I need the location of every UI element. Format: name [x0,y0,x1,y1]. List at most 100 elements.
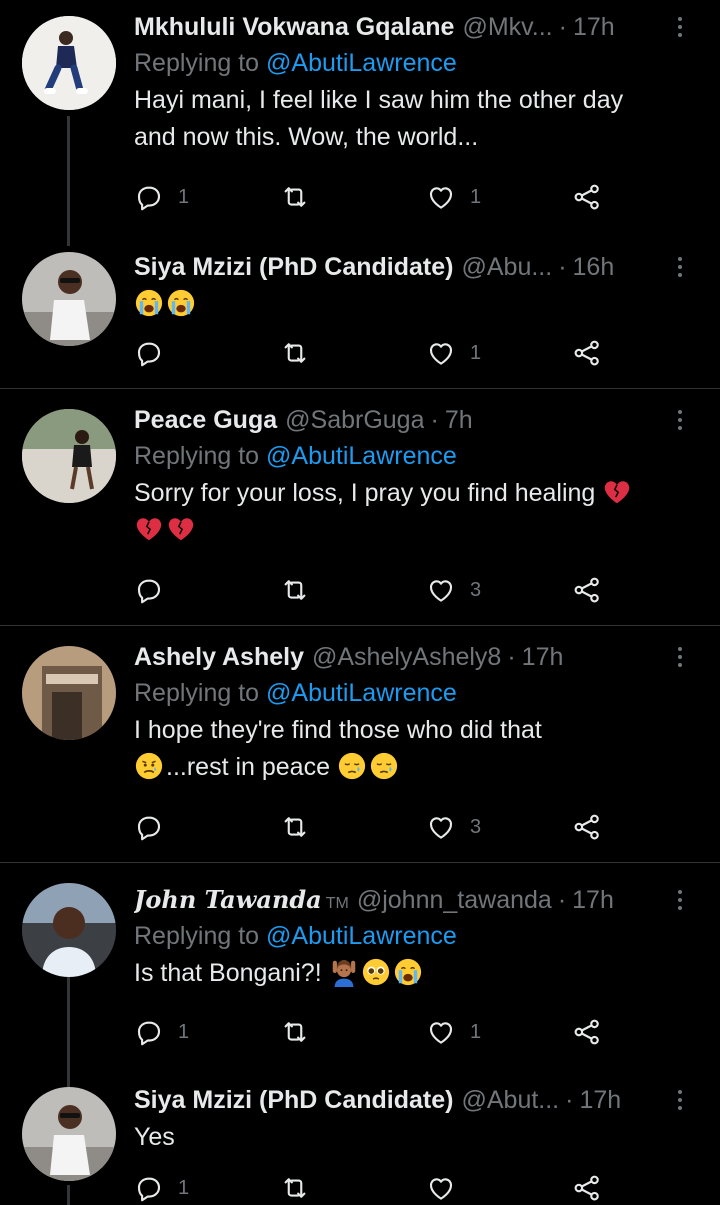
tweet-text: Is that Bongani?! [134,955,680,992]
display-name[interactable]: Siya Mzizi (PhD Candidate) [134,250,453,284]
like-count: 3 [470,578,482,601]
like-button[interactable]: 1 [426,1015,481,1049]
handle[interactable]: @johnn_tawanda [357,883,552,917]
tweet-text: Yes [134,1123,175,1151]
mention-link[interactable]: @AbutiLawrence [266,49,457,77]
separator: · [558,253,567,281]
retweet-icon [280,575,310,605]
retweet-button[interactable] [280,573,324,607]
broken-heart-emoji [134,514,164,544]
reply-button[interactable]: 1 [134,180,189,214]
more-icon[interactable] [666,252,694,282]
timestamp[interactable]: 16h [573,250,615,284]
timestamp[interactable]: 17h [573,10,615,44]
separator: · [507,643,516,671]
retweet-button[interactable] [280,336,324,370]
timestamp[interactable]: 17h [579,1083,621,1117]
timestamp[interactable]: 7h [445,403,473,437]
sad-sleepy-face-emoji [369,751,399,781]
reply-button[interactable] [134,336,178,370]
reply-count: 1 [178,1020,190,1043]
loudly-crying-face-emoji [134,288,164,318]
display-name[interactable]: Siya Mzizi (PhD Candidate) [134,1083,453,1117]
share-button[interactable] [572,336,602,370]
more-icon[interactable] [666,642,694,672]
display-name[interactable]: Mkhululi Vokwana Gqalane [134,10,454,44]
retweet-icon [280,1017,310,1047]
more-icon[interactable] [666,405,694,435]
mention-link[interactable]: @AbutiLawrence [266,922,457,950]
handle[interactable]: @Abut... [461,1083,559,1117]
avatar[interactable] [22,409,116,503]
tweet-text [134,286,680,323]
pleading-face-emoji [361,957,391,987]
more-icon[interactable] [666,1085,694,1115]
like-icon [426,812,456,842]
share-button[interactable] [572,180,602,214]
like-button[interactable] [426,1171,470,1205]
timestamp[interactable]: 17h [522,640,564,674]
mention-link[interactable]: @AbutiLawrence [266,679,457,707]
share-icon [572,812,602,842]
avatar[interactable] [22,16,116,110]
reply-icon [134,575,164,605]
share-button[interactable] [572,1171,602,1205]
avatar[interactable] [22,883,116,977]
retweet-button[interactable] [280,810,324,844]
action-bar: 1 [134,336,614,370]
reply-button[interactable] [134,810,178,844]
tweet[interactable]: Siya Mzizi (PhD Candidate) @Abut... · 17… [0,1081,720,1205]
thread-line [67,977,70,1087]
display-name[interactable]: Peace Guga [134,403,277,437]
more-icon[interactable] [666,885,694,915]
like-button[interactable]: 3 [426,573,481,607]
thread-line [67,1185,70,1205]
separator: · [430,406,439,434]
avatar[interactable] [22,252,116,346]
separator: · [565,1086,574,1114]
action-bar: 1 1 [134,180,614,214]
handle[interactable]: @AshelyAshely8 [312,640,501,674]
timestamp[interactable]: 17h [572,883,614,917]
share-button[interactable] [572,1015,602,1049]
reply-count: 1 [178,1176,190,1199]
replying-to: Replying to @AbutiLawrence [134,922,457,950]
reply-button[interactable] [134,573,178,607]
like-button[interactable]: 3 [426,810,481,844]
retweet-button[interactable] [280,1015,324,1049]
tweet[interactable]: Peace Guga @SabrGuga · 7h Replying to @A… [0,389,720,625]
sad-sleepy-face-emoji [337,751,367,781]
tweet[interactable]: Mkhululi Vokwana Gqalane @Mkv... · 17h R… [0,0,720,246]
reply-icon [134,1017,164,1047]
mention-link[interactable]: @AbutiLawrence [266,442,457,470]
handle[interactable]: @Abu... [461,250,552,284]
handle[interactable]: @Mkv... [462,10,552,44]
retweet-button[interactable] [280,1171,324,1205]
retweet-icon [280,182,310,212]
tweet[interactable]: Siya Mzizi (PhD Candidate) @Abu... · 16h… [0,240,720,388]
reply-button[interactable]: 1 [134,1015,189,1049]
like-button[interactable]: 1 [426,180,481,214]
replying-to: Replying to @AbutiLawrence [134,49,457,77]
reply-button[interactable]: 1 [134,1171,189,1205]
display-name[interactable]: John Tawanda [134,883,322,917]
separator: · [558,13,567,41]
display-name[interactable]: Ashely Ashely [134,640,304,674]
avatar[interactable] [22,646,116,740]
retweet-button[interactable] [280,180,324,214]
share-icon [572,575,602,605]
retweet-icon [280,812,310,842]
share-button[interactable] [572,810,602,844]
like-button[interactable]: 1 [426,336,481,370]
tweet[interactable]: John Tawanda TM @johnn_tawanda · 17h Rep… [0,863,720,1087]
share-button[interactable] [572,573,602,607]
tweet[interactable]: Ashely Ashely @AshelyAshely8 · 17h Reply… [0,626,720,862]
handle[interactable]: @SabrGuga [285,403,424,437]
like-count: 1 [470,185,482,208]
action-bar: 3 [134,573,614,607]
separator: · [557,886,567,914]
avatar[interactable] [22,1087,116,1181]
more-icon[interactable] [666,12,694,42]
action-bar: 1 1 [134,1015,614,1049]
replying-to: Replying to @AbutiLawrence [134,442,457,470]
